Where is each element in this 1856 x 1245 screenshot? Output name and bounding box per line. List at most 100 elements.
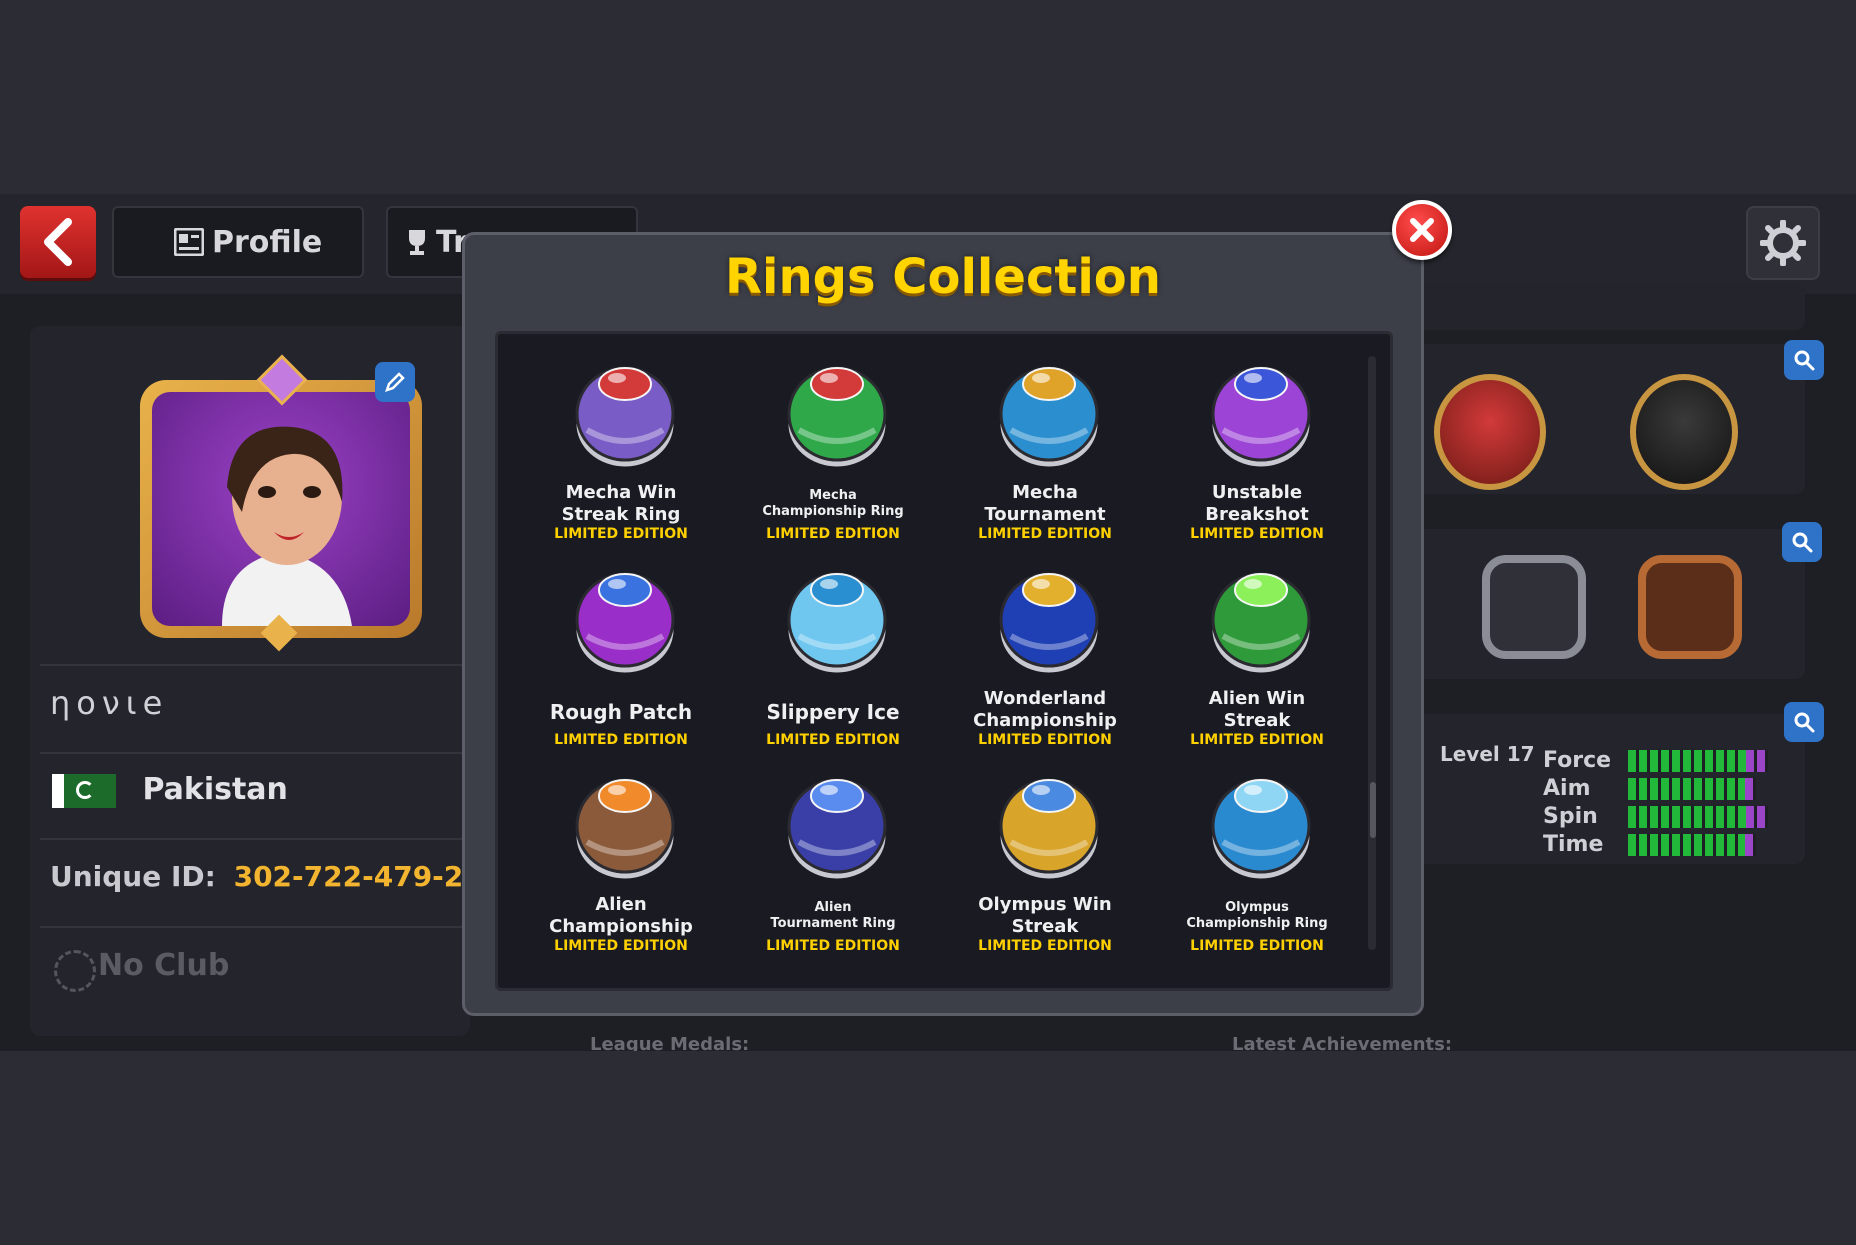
ring-edition-label: LIMITED EDITION (1190, 732, 1324, 748)
ring-item[interactable]: Mecha Win Streak Ring LIMITED EDITION (515, 352, 715, 552)
avatar-image (152, 392, 410, 626)
avatar-portrait-icon (222, 426, 352, 626)
tab-profile-label: Profile (212, 224, 323, 260)
ring-icon (1201, 352, 1321, 472)
ring-icon (989, 558, 1109, 678)
ring-name: Alien Championship (515, 894, 727, 938)
ring-icon (989, 352, 1109, 472)
ring-icon (777, 352, 897, 472)
latest-achievements-label: Latest Achievements: (1232, 1034, 1453, 1051)
ring-name: Wonderland Championship (939, 688, 1151, 732)
back-arrow-icon (44, 218, 72, 266)
ring-name-line2: Breakshot (1205, 503, 1309, 525)
rings-preview-card (1410, 344, 1805, 494)
hearts-ring-icon (1434, 374, 1546, 490)
ring-icon (565, 558, 685, 678)
ring-item[interactable]: Rough Patch LIMITED EDITION (515, 558, 715, 758)
badges-search-button[interactable] (1782, 522, 1822, 562)
ring-edition-label: LIMITED EDITION (978, 526, 1112, 542)
back-button[interactable] (20, 206, 96, 278)
ring-name-line2: Championship (549, 915, 693, 937)
close-button[interactable] (1392, 200, 1452, 260)
ring-edition-label: LIMITED EDITION (978, 732, 1112, 748)
ring-item[interactable]: Olympus Championship Ring LIMITED EDITION (1151, 764, 1351, 964)
ring-item[interactable]: Alien Championship LIMITED EDITION (515, 764, 715, 964)
ring-edition-label: LIMITED EDITION (554, 732, 688, 748)
unique-id-row: Unique ID: 302-722-479-2 (40, 838, 470, 918)
club-name: No Club (98, 948, 230, 983)
ring-name-line2: Tournament (984, 503, 1106, 525)
cue-search-button[interactable] (1784, 702, 1824, 742)
stat-spin-label: Spin (1543, 804, 1598, 829)
right-header-card (1410, 284, 1805, 330)
pencil-icon (385, 372, 405, 392)
league-medals-label: League Medals: (590, 1034, 750, 1051)
stat-aim-bar (1628, 778, 1756, 800)
gear-icon (1760, 220, 1806, 266)
settings-button[interactable] (1746, 206, 1820, 280)
ring-name: Alien Tournament Ring (727, 900, 939, 932)
ring-name: Unstable Breakshot (1151, 482, 1363, 526)
ring-name-line2: Championship (973, 709, 1117, 731)
ring-name-line2: Streak (1223, 709, 1291, 731)
stat-time-label: Time (1543, 832, 1604, 857)
spades-ring-icon (1630, 374, 1738, 490)
ring-edition-label: LIMITED EDITION (978, 938, 1112, 954)
cue-level: Level 17 (1440, 742, 1535, 766)
tab-profile[interactable]: Profile (112, 206, 364, 278)
ring-item[interactable]: Alien Win Streak LIMITED EDITION (1151, 558, 1351, 758)
ring-name-line1: Olympus Win (978, 894, 1112, 915)
ring-item[interactable]: Mecha Championship Ring LIMITED EDITION (727, 352, 927, 552)
ring-name: Alien Win Streak (1151, 688, 1363, 732)
ring-name-line2: Championship Ring (1186, 915, 1328, 931)
unique-id-label: Unique ID: (50, 860, 216, 893)
ring-edition-label: LIMITED EDITION (554, 526, 688, 542)
club-badge-icon (54, 950, 96, 992)
ring-icon (777, 764, 897, 884)
ring-name: Olympus Championship Ring (1151, 900, 1363, 932)
ring-icon (565, 352, 685, 472)
ring-name: Mecha Tournament (939, 482, 1151, 526)
avatar-frame (140, 380, 422, 638)
ring-item[interactable]: Slippery Ice LIMITED EDITION (727, 558, 927, 758)
stat-spin-bar (1628, 806, 1768, 828)
ring-name: Mecha Championship Ring (727, 488, 939, 520)
ring-item[interactable]: Olympus Win Streak LIMITED EDITION (939, 764, 1139, 964)
modal-title: Rings Collection (725, 249, 1161, 305)
club-row[interactable]: No Club (40, 926, 470, 1006)
ring-item[interactable]: Alien Tournament Ring LIMITED EDITION (727, 764, 927, 964)
pakistan-flag-icon (52, 773, 116, 808)
ring-name-line1: Unstable (1211, 482, 1303, 503)
search-icon (1792, 532, 1813, 553)
profile-panel: ηονιe Pakistan Unique ID: 302-722-479-2 … (30, 326, 470, 1036)
ring-name-line1: Mecha (809, 488, 857, 503)
ring-name-line1: Alien (595, 894, 647, 915)
stat-aim-label: Aim (1543, 776, 1591, 801)
stat-force-bar (1628, 750, 1768, 772)
edit-avatar-button[interactable] (375, 362, 415, 402)
ring-name-line2: Tournament Ring (770, 915, 896, 931)
ring-icon (565, 764, 685, 884)
ring-icon (1201, 764, 1321, 884)
scrollbar-thumb[interactable] (1370, 782, 1376, 838)
stat-time-bar (1628, 834, 1756, 856)
ring-name-line1: Rough Patch (549, 700, 693, 724)
ring-item[interactable]: Unstable Breakshot LIMITED EDITION (1151, 352, 1351, 552)
rings-search-button[interactable] (1784, 340, 1824, 380)
ring-name-line2: Streak Ring (561, 503, 681, 525)
ring-item[interactable]: Mecha Tournament LIMITED EDITION (939, 352, 1139, 552)
ring-edition-label: LIMITED EDITION (766, 732, 900, 748)
ring-name-line1: Slippery Ice (766, 700, 900, 724)
ring-name: Mecha Win Streak Ring (515, 482, 727, 526)
scrollbar-track[interactable] (1368, 356, 1376, 950)
username: ηονιe (40, 664, 470, 734)
ring-name: Olympus Win Streak (939, 894, 1151, 938)
ring-name-line2: Championship Ring (762, 503, 904, 519)
ring-icon (989, 764, 1109, 884)
unique-id-value[interactable]: 302-722-479-2 (234, 860, 464, 893)
ring-edition-label: LIMITED EDITION (1190, 938, 1324, 954)
ring-name-line1: Alien Win (1208, 688, 1306, 709)
ring-edition-label: LIMITED EDITION (766, 526, 900, 542)
ring-name-line1: Mecha (1012, 482, 1078, 503)
ring-item[interactable]: Wonderland Championship LIMITED EDITION (939, 558, 1139, 758)
